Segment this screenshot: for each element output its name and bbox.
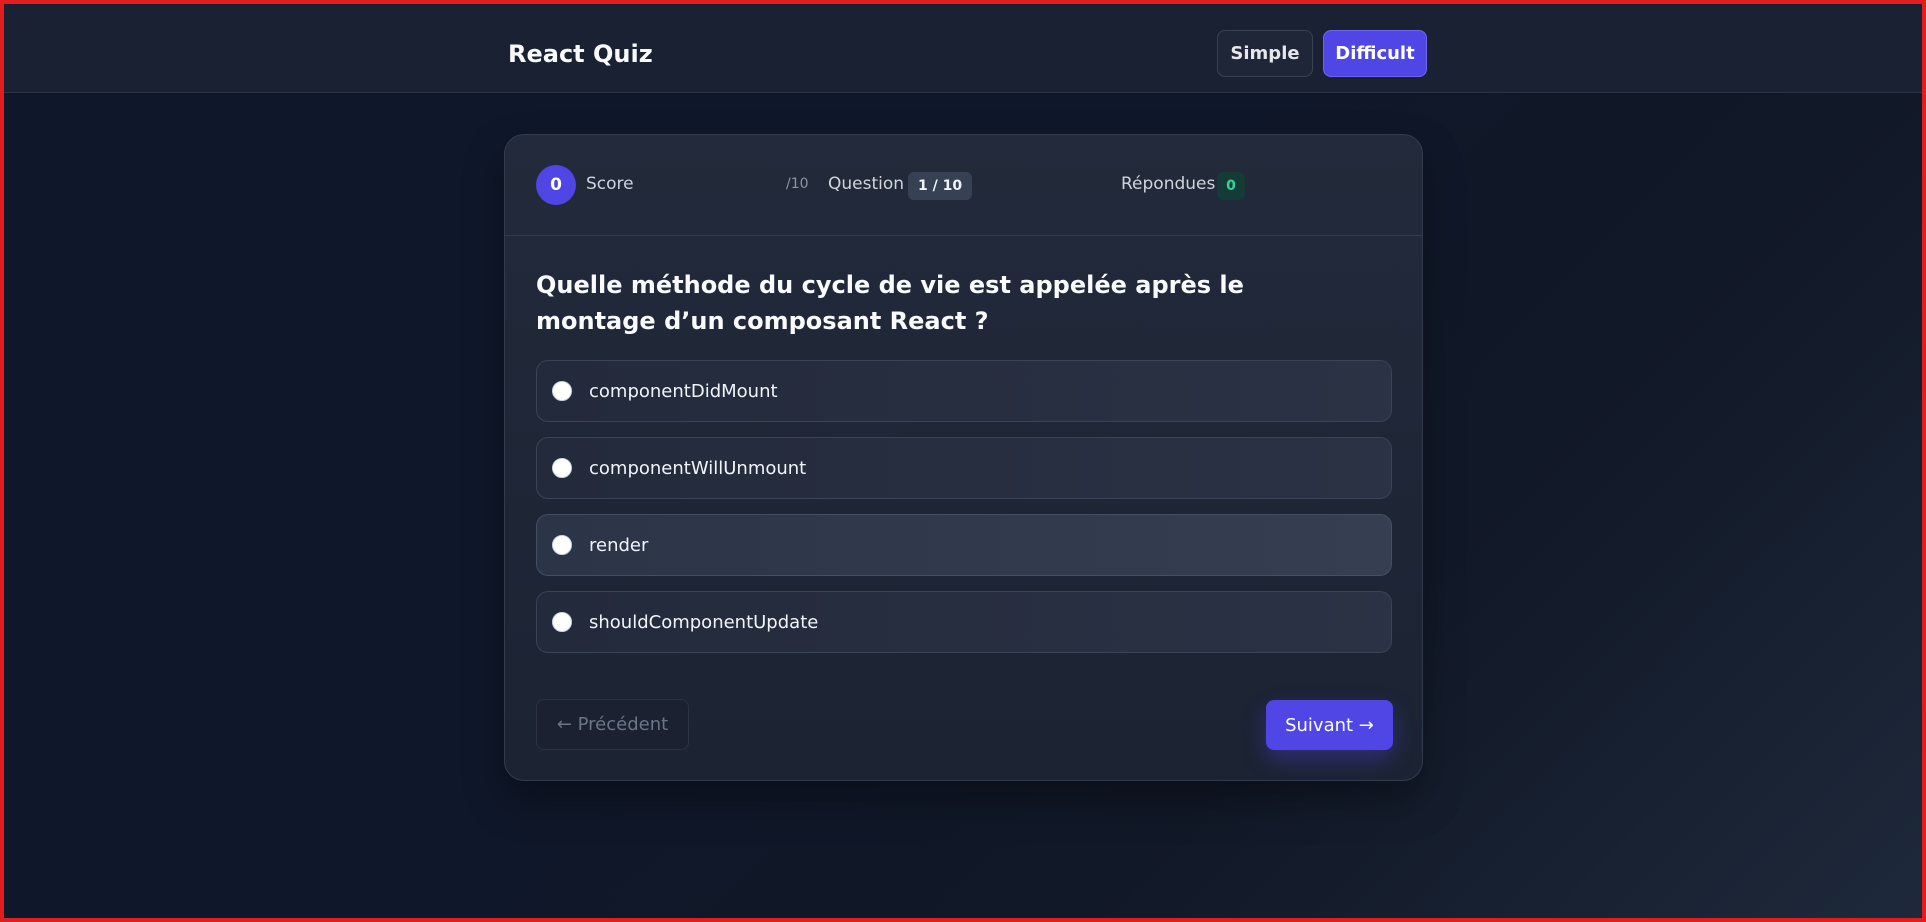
answer-option[interactable]: render <box>536 514 1392 576</box>
quiz-status-bar: 0 Score /10 Question 1 / 10 Répondues 0 <box>505 135 1422 236</box>
top-navbar: React Quiz Simple Difficult <box>4 4 1922 93</box>
answer-option[interactable]: componentWillUnmount <box>536 437 1392 499</box>
radio-button[interactable] <box>552 381 572 401</box>
answer-option-label: componentDidMount <box>589 380 778 402</box>
answer-options: componentDidMount componentWillUnmount r… <box>536 360 1392 668</box>
score-total: /10 <box>786 176 809 192</box>
answer-option-label: shouldComponentUpdate <box>589 611 819 633</box>
radio-button[interactable] <box>552 535 572 555</box>
answer-option[interactable]: componentDidMount <box>536 360 1392 422</box>
simple-mode-button[interactable]: Simple <box>1217 30 1313 77</box>
question-progress-badge: 1 / 10 <box>908 172 973 200</box>
difficult-mode-button[interactable]: Difficult <box>1323 30 1427 77</box>
answer-option-label: render <box>589 534 649 556</box>
question-label: Question <box>828 174 905 194</box>
radio-button[interactable] <box>552 458 572 478</box>
question-text: Quelle méthode du cycle de vie est appel… <box>536 271 1244 335</box>
app-title: React Quiz <box>508 40 653 68</box>
score-badge: 0 <box>536 165 576 205</box>
radio-button[interactable] <box>552 612 572 632</box>
previous-button[interactable]: ← Précédent <box>536 699 689 750</box>
answer-option[interactable]: shouldComponentUpdate <box>536 591 1392 653</box>
score-label: Score <box>586 174 634 194</box>
quiz-card: 0 Score /10 Question 1 / 10 Répondues 0 … <box>504 134 1423 781</box>
answered-label: Répondues <box>1121 174 1216 194</box>
next-button[interactable]: Suivant → <box>1266 700 1393 750</box>
answered-count-badge: 0 <box>1217 172 1245 200</box>
answer-option-label: componentWillUnmount <box>589 457 807 479</box>
